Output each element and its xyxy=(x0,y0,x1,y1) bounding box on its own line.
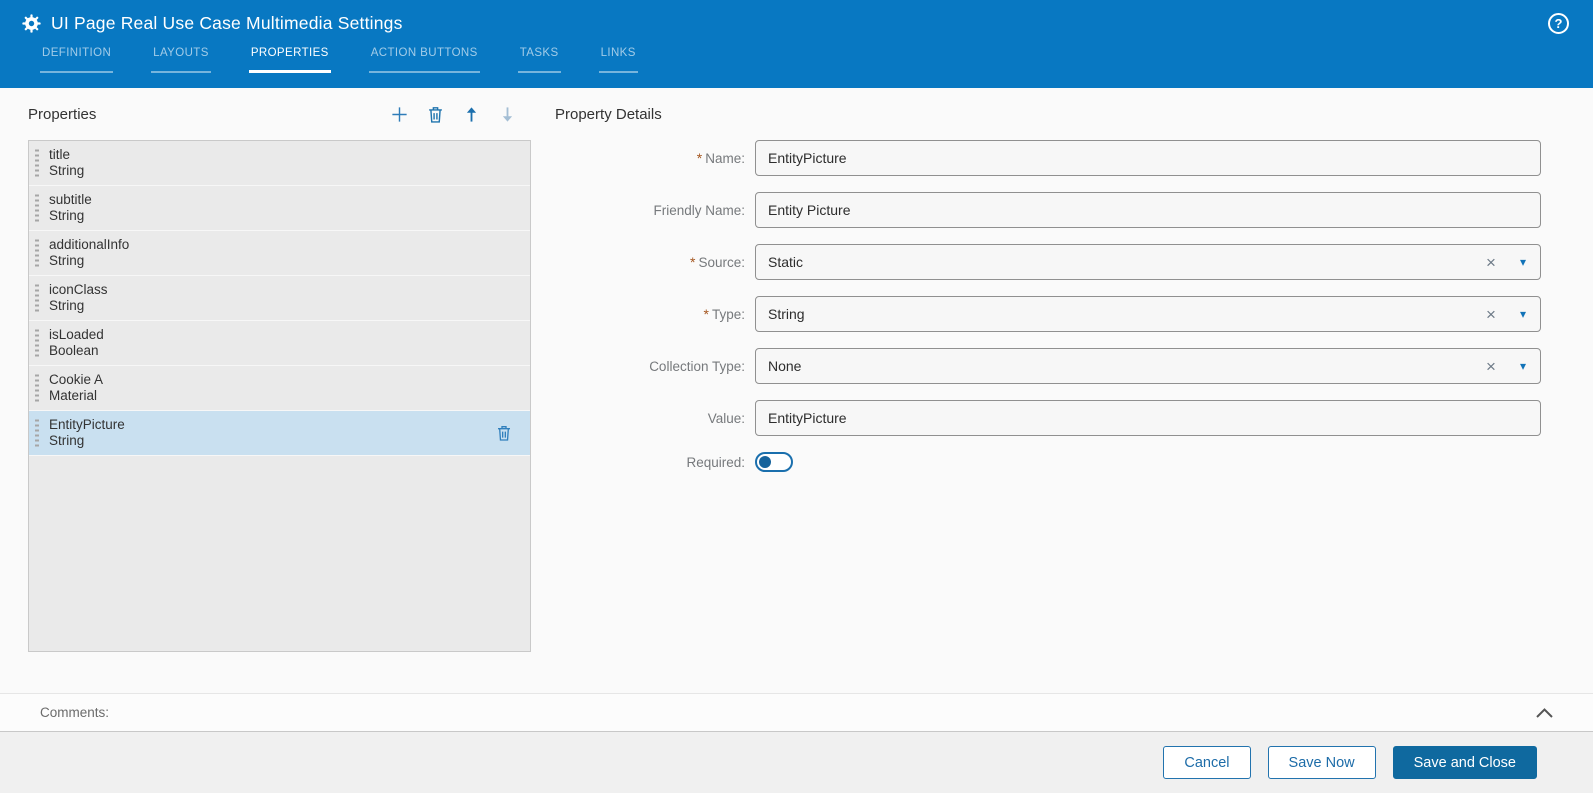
type-field-row: * Type: String × ▾ xyxy=(555,296,1541,332)
cancel-button[interactable]: Cancel xyxy=(1163,746,1251,779)
property-type: String xyxy=(49,208,85,223)
field-label: Friendly Name: xyxy=(653,202,745,218)
collapse-comments-button[interactable] xyxy=(1536,707,1553,718)
value-input[interactable] xyxy=(755,400,1541,436)
field-label: Value: xyxy=(707,410,745,426)
field-label: * Name: xyxy=(696,150,745,166)
clear-icon[interactable]: × xyxy=(1486,254,1496,271)
clear-icon[interactable]: × xyxy=(1486,306,1496,323)
property-type: String xyxy=(49,253,85,268)
page-title: UI Page Real Use Case Multimedia Setting… xyxy=(51,13,403,33)
property-name: additionalInfo xyxy=(49,237,130,252)
property-row[interactable]: additionalInfo String xyxy=(29,231,530,276)
property-details-title: Property Details xyxy=(555,105,662,123)
drag-handle-icon[interactable] xyxy=(35,239,39,267)
drag-handle-icon[interactable] xyxy=(35,194,39,222)
move-down-button[interactable] xyxy=(497,104,517,124)
help-icon[interactable]: ? xyxy=(1548,13,1569,34)
field-label: * Source: xyxy=(690,254,745,270)
property-type: String xyxy=(49,163,85,178)
footer-actions: Cancel Save Now Save and Close xyxy=(0,732,1593,793)
collection-type-dropdown[interactable]: None × ▾ xyxy=(755,348,1541,384)
property-name: iconClass xyxy=(49,282,108,297)
add-property-button[interactable] xyxy=(389,104,409,124)
chevron-up-icon xyxy=(1536,707,1553,718)
name-field-row: * Name: xyxy=(555,140,1541,176)
properties-toolbar xyxy=(389,104,531,124)
clear-icon[interactable]: × xyxy=(1486,358,1496,375)
property-name: subtitle xyxy=(49,192,92,207)
dropdown-value: None xyxy=(768,358,802,374)
property-type: Boolean xyxy=(49,343,99,358)
property-row[interactable]: isLoaded Boolean xyxy=(29,321,530,366)
field-label: Collection Type: xyxy=(649,358,745,374)
trash-icon xyxy=(428,106,442,123)
dropdown-value: String xyxy=(768,306,805,322)
chevron-down-icon[interactable]: ▾ xyxy=(1520,360,1526,372)
tab-bar: DEFINITION LAYOUTS PROPERTIES ACTION BUT… xyxy=(0,47,1593,73)
tab-tasks[interactable]: TASKS xyxy=(517,47,561,73)
property-name: EntityPicture xyxy=(49,417,125,432)
comments-label: Comments: xyxy=(40,705,110,720)
plus-icon xyxy=(391,106,407,122)
main-content: Properties title String subtitle String … xyxy=(0,88,1593,693)
drag-handle-icon[interactable] xyxy=(35,149,39,177)
required-toggle[interactable] xyxy=(755,452,793,472)
property-type: String xyxy=(49,433,85,448)
app-header: UI Page Real Use Case Multimedia Setting… xyxy=(0,0,1593,88)
friendly-name-input[interactable] xyxy=(755,192,1541,228)
delete-property-button[interactable] xyxy=(425,104,445,124)
properties-title: Properties xyxy=(28,105,97,123)
tab-definition[interactable]: DEFINITION xyxy=(40,47,114,73)
save-and-close-button[interactable]: Save and Close xyxy=(1392,746,1537,779)
field-label: Required: xyxy=(686,454,745,470)
property-row[interactable]: iconClass String xyxy=(29,276,530,321)
properties-panel: Properties title String subtitle String … xyxy=(28,88,531,693)
arrow-up-icon xyxy=(466,106,476,122)
dropdown-value: Static xyxy=(768,254,804,270)
name-input[interactable] xyxy=(755,140,1541,176)
comments-bar: Comments: xyxy=(0,693,1593,732)
tab-layouts[interactable]: LAYOUTS xyxy=(151,47,211,73)
required-marker: * xyxy=(696,150,703,166)
save-now-button[interactable]: Save Now xyxy=(1267,746,1376,779)
drag-handle-icon[interactable] xyxy=(35,374,39,402)
collection-type-field-row: Collection Type: None × ▾ xyxy=(555,348,1541,384)
value-field-row: Value: xyxy=(555,400,1541,436)
gear-icon xyxy=(22,14,41,33)
property-row[interactable]: title String xyxy=(29,141,530,186)
property-type: String xyxy=(49,298,85,313)
source-field-row: * Source: Static × ▾ xyxy=(555,244,1541,280)
property-row[interactable]: Cookie A Material xyxy=(29,366,530,411)
drag-handle-icon[interactable] xyxy=(35,419,39,447)
required-marker: * xyxy=(703,306,709,322)
source-dropdown[interactable]: Static × ▾ xyxy=(755,244,1541,280)
tab-properties[interactable]: PROPERTIES xyxy=(248,47,331,73)
move-up-button[interactable] xyxy=(461,104,481,124)
property-type: Material xyxy=(49,388,98,403)
property-details-panel: Property Details *Name: Friendly Name: *… xyxy=(555,88,1541,693)
property-row[interactable]: subtitle String xyxy=(29,186,530,231)
friendly-name-field-row: Friendly Name: xyxy=(555,192,1541,228)
drag-handle-icon[interactable] xyxy=(35,284,39,312)
chevron-down-icon[interactable]: ▾ xyxy=(1520,308,1526,320)
trash-icon[interactable] xyxy=(496,424,512,442)
required-marker: * xyxy=(690,254,696,270)
property-name: Cookie A xyxy=(49,372,104,387)
tab-links[interactable]: LINKS xyxy=(598,47,638,73)
tab-action-buttons[interactable]: ACTION BUTTONS xyxy=(368,47,480,73)
toggle-knob xyxy=(759,456,771,468)
properties-list: title String subtitle String additionalI… xyxy=(28,140,531,652)
property-name: title xyxy=(49,147,71,162)
field-label: * Type: xyxy=(703,306,745,322)
property-row[interactable]: EntityPicture String xyxy=(29,411,530,456)
arrow-down-icon xyxy=(502,106,512,122)
property-name: isLoaded xyxy=(49,327,104,342)
chevron-down-icon[interactable]: ▾ xyxy=(1520,256,1526,268)
drag-handle-icon[interactable] xyxy=(35,329,39,357)
required-field-row: Required: xyxy=(555,452,1541,472)
type-dropdown[interactable]: String × ▾ xyxy=(755,296,1541,332)
